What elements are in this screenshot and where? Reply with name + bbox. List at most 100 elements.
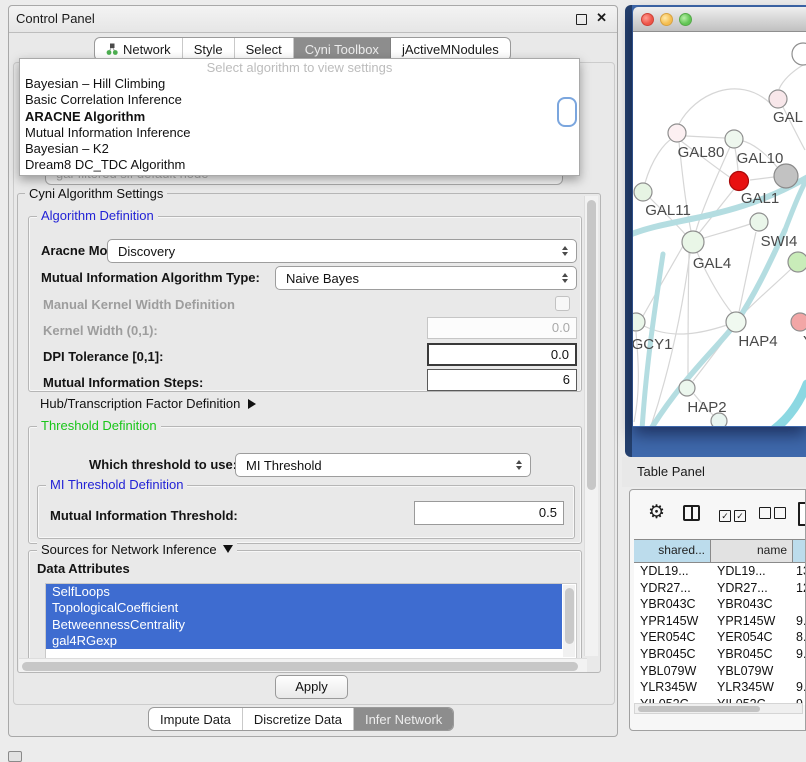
attribute-item-selected[interactable]: BetweennessCentrality [46, 617, 562, 633]
dropdown-item-selected[interactable]: ARACNE Algorithm [20, 109, 579, 125]
network-node[interactable] [769, 90, 787, 108]
dpi-tolerance-field[interactable]: 0.0 [427, 343, 577, 366]
which-threshold-combo[interactable]: MI Threshold [235, 453, 531, 477]
mi-steps-field[interactable]: 6 [427, 369, 577, 391]
sources-title[interactable]: Sources for Network Inference [37, 542, 237, 557]
kernel-width-label: Kernel Width (0,1): [43, 323, 158, 338]
dropdown-item[interactable]: Bayesian – K2 [20, 141, 579, 157]
node-label: GCY1 [633, 336, 672, 353]
node-label: GAL [773, 109, 803, 126]
network-node[interactable] [774, 164, 798, 188]
table-row[interactable]: YBR043CYBR043C [634, 596, 805, 613]
kernel-width-field[interactable]: 0.0 [427, 317, 577, 339]
node-label: HAP2 [687, 399, 726, 416]
zoom-window-button[interactable] [679, 13, 692, 26]
mi-type-label: Mutual Information Algorithm Type: [41, 270, 260, 285]
network-icon [106, 43, 118, 55]
list-scrollbar[interactable] [563, 585, 575, 657]
node-label: SWI4 [761, 233, 798, 250]
dropdown-item[interactable]: Bayesian – Hill Climbing [20, 76, 579, 92]
attribute-item-selected[interactable]: gal4RGexp [46, 633, 562, 649]
scrollbar-thumb[interactable] [587, 200, 596, 490]
dropdown-item[interactable]: Dream8 DC_TDC Algorithm [20, 157, 579, 173]
split-columns-icon[interactable] [683, 505, 700, 521]
table-panel-title: Table Panel [637, 464, 705, 479]
expand-right-icon[interactable] [248, 399, 256, 409]
select-all-icon[interactable]: ✓✓ [719, 507, 749, 522]
network-node[interactable] [791, 313, 806, 331]
mi-threshold-label: Mutual Information Threshold: [50, 508, 238, 523]
mi-algorithm-type-combo[interactable]: Naive Bayes [275, 266, 577, 290]
tab-style[interactable]: Style [183, 38, 235, 60]
table-horizontal-scrollbar[interactable] [634, 703, 803, 714]
collapse-down-icon[interactable] [223, 545, 233, 553]
collapsed-panel-icon[interactable] [8, 751, 22, 762]
minimize-window-button[interactable] [660, 13, 673, 26]
tab-infer-network[interactable]: Infer Network [354, 708, 453, 730]
column-header-shared-name[interactable]: shared... [634, 540, 711, 562]
scrollbar-thumb[interactable] [22, 662, 578, 671]
network-node[interactable] [725, 130, 743, 148]
tab-select[interactable]: Select [235, 38, 294, 60]
tab-cyni-toolbox[interactable]: Cyni Toolbox [294, 38, 391, 60]
mi-steps-label: Mutual Information Steps: [43, 375, 203, 390]
tab-impute-data[interactable]: Impute Data [149, 708, 243, 730]
table-row[interactable]: YBL079WYBL079W [634, 663, 805, 680]
column-header-partial[interactable] [793, 540, 805, 562]
network-window-titlebar[interactable] [633, 7, 806, 32]
network-node[interactable] [750, 213, 768, 231]
network-node[interactable] [633, 313, 645, 331]
attribute-item-selected[interactable]: SelfLoops [46, 584, 562, 600]
cyni-algorithm-settings: Algorithm Definition Aracne Mode: Discov… [17, 193, 601, 673]
close-icon[interactable]: ✕ [596, 10, 607, 26]
algorithm-definition-group: Algorithm Definition Aracne Mode: Discov… [28, 216, 582, 392]
table-row[interactable]: YDL19...YDL19...13 [634, 563, 805, 580]
table-row[interactable]: YDR27...YDR27...12 [634, 580, 805, 597]
float-window-button[interactable] [576, 14, 587, 25]
tab-jactivemnodules[interactable]: jActiveMNodules [391, 38, 510, 60]
tab-label: Network [123, 42, 171, 57]
aracne-mode-combo[interactable]: Discovery [107, 239, 577, 263]
network-node[interactable] [730, 172, 749, 191]
column-header-name[interactable]: name [711, 540, 793, 562]
network-node[interactable] [726, 312, 746, 332]
deselect-all-icon[interactable] [759, 507, 789, 522]
network-node[interactable] [682, 231, 704, 253]
network-view-region: GALGAL80GAL10GAL1GAL11SWI4GAL4GCY1HAP4YH… [625, 5, 806, 457]
data-attributes-label: Data Attributes [37, 561, 130, 576]
gear-icon[interactable]: ⚙ [648, 501, 665, 524]
attribute-item-selected[interactable]: TopologicalCoefficient [46, 600, 562, 616]
settings-horizontal-scrollbar[interactable] [19, 658, 587, 673]
table-row[interactable]: YER054CYER054C8. [634, 629, 805, 646]
table-row[interactable]: YPR145WYPR145W9. [634, 613, 805, 630]
network-node[interactable] [788, 252, 806, 272]
node-label: GAL80 [678, 144, 725, 161]
table-row[interactable]: YLR345WYLR345W9. [634, 679, 805, 696]
table-toolbar: ⚙ ✓✓ [630, 498, 805, 534]
settings-group-title: Cyni Algorithm Settings [25, 186, 167, 201]
tab-discretize-data[interactable]: Discretize Data [243, 708, 354, 730]
mi-threshold-field[interactable]: 0.5 [414, 501, 564, 525]
network-node[interactable] [792, 43, 806, 65]
apply-button[interactable]: Apply [275, 675, 348, 699]
node-label: HAP4 [738, 333, 777, 350]
table-row[interactable]: YBR045CYBR045C9. [634, 646, 805, 663]
scrollbar-thumb[interactable] [638, 706, 760, 713]
network-canvas[interactable]: GALGAL80GAL10GAL1GAL11SWI4GAL4GCY1HAP4YH… [633, 32, 806, 426]
dropdown-item[interactable]: Mutual Information Inference [20, 125, 579, 141]
document-icon[interactable] [798, 502, 806, 526]
scrollbar-thumb[interactable] [565, 588, 574, 644]
network-node[interactable] [634, 183, 652, 201]
network-node[interactable] [679, 380, 695, 396]
node-label: GAL4 [693, 255, 731, 272]
mi-threshold-title: MI Threshold Definition [46, 477, 187, 492]
dropdown-item[interactable]: Basic Correlation Inference [20, 92, 579, 108]
manual-kernel-checkbox[interactable] [555, 296, 570, 311]
cyni-bottom-tabs: Impute Data Discretize Data Infer Networ… [148, 707, 454, 731]
network-node[interactable] [668, 124, 686, 142]
settings-vertical-scrollbar[interactable] [584, 196, 598, 656]
hub-definition-section[interactable]: Hub/Transcription Factor Definition [40, 396, 256, 411]
close-window-button[interactable] [641, 13, 654, 26]
tab-network[interactable]: Network [95, 38, 183, 60]
node-label: GAL1 [741, 190, 779, 207]
